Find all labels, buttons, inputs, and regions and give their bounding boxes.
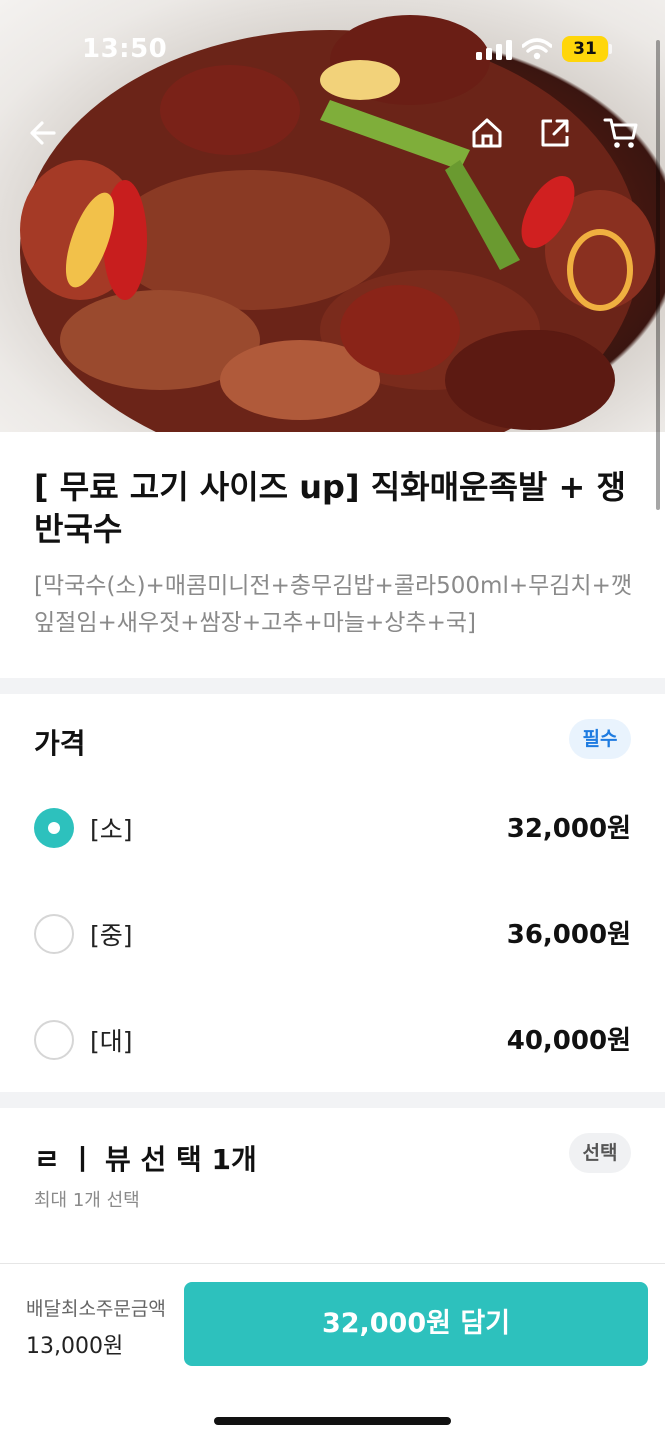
option-price: 36,000원 [506, 920, 631, 950]
share-icon[interactable] [532, 110, 578, 156]
status-bar: 13:50 31 [0, 0, 665, 100]
choice-group-subtitle: 최대 1개 선택 [34, 1190, 140, 1211]
product-description: [막국수(소)+매콤미니전+충무김밥+콜라500ml+무김치+깻잎절임+새우젓+… [34, 573, 633, 636]
product-title: [ 무료 고기 사이즈 up] 직화매운족발 + 쟁반국수 [34, 468, 626, 548]
price-option-small[interactable]: [소] 32,000원 [0, 788, 665, 868]
product-info: [ 무료 고기 사이즈 up] 직화매운족발 + 쟁반국수 [막국수(소)+매콤… [0, 432, 665, 678]
min-order-label: 배달최소주문금액 [26, 1298, 166, 1320]
battery-icon: 31 [562, 36, 608, 62]
bottom-order-bar: 배달최소주문금액 13,000원 32,000원 담기 [0, 1263, 665, 1440]
price-option-medium[interactable]: [중] 36,000원 [0, 894, 665, 974]
option-price: 40,000원 [506, 1026, 631, 1056]
section-divider [0, 678, 665, 694]
required-badge: 필수 [569, 719, 631, 759]
price-option-group: 가격 필수 [소] 32,000원 [중] 36,000원 [대] 40,000… [0, 694, 665, 1092]
price-group-title: 가격 [34, 727, 86, 760]
home-icon[interactable] [464, 110, 510, 156]
status-time: 13:50 [82, 34, 168, 64]
option-label: [소] [90, 815, 133, 844]
cart-icon[interactable] [598, 110, 644, 156]
home-indicator[interactable] [214, 1417, 451, 1425]
signal-icon [476, 40, 512, 60]
radio-button[interactable] [34, 1020, 74, 1060]
wifi-icon [522, 38, 552, 60]
add-to-cart-button[interactable]: 32,000원 담기 [184, 1282, 648, 1366]
price-option-large[interactable]: [대] 40,000원 [0, 1000, 665, 1080]
min-order-value: 13,000원 [26, 1334, 124, 1359]
optional-badge: 선택 [569, 1133, 631, 1173]
option-label: [대] [90, 1027, 133, 1056]
radio-button[interactable] [34, 914, 74, 954]
product-image: 13:50 31 [0, 0, 665, 432]
back-arrow-icon[interactable] [20, 110, 66, 156]
battery-tip [609, 44, 612, 54]
choice-option-group: ㄹ ㅣ 뷰 선 택 1개 선택 최대 1개 선택 [0, 1108, 665, 1264]
choice-group-title: ㄹ ㅣ 뷰 선 택 1개 [34, 1143, 257, 1176]
scrollbar[interactable] [656, 40, 660, 510]
radio-button-selected[interactable] [34, 808, 74, 848]
option-label: [중] [90, 921, 133, 950]
option-price: 32,000원 [506, 814, 631, 844]
section-divider [0, 1092, 665, 1108]
